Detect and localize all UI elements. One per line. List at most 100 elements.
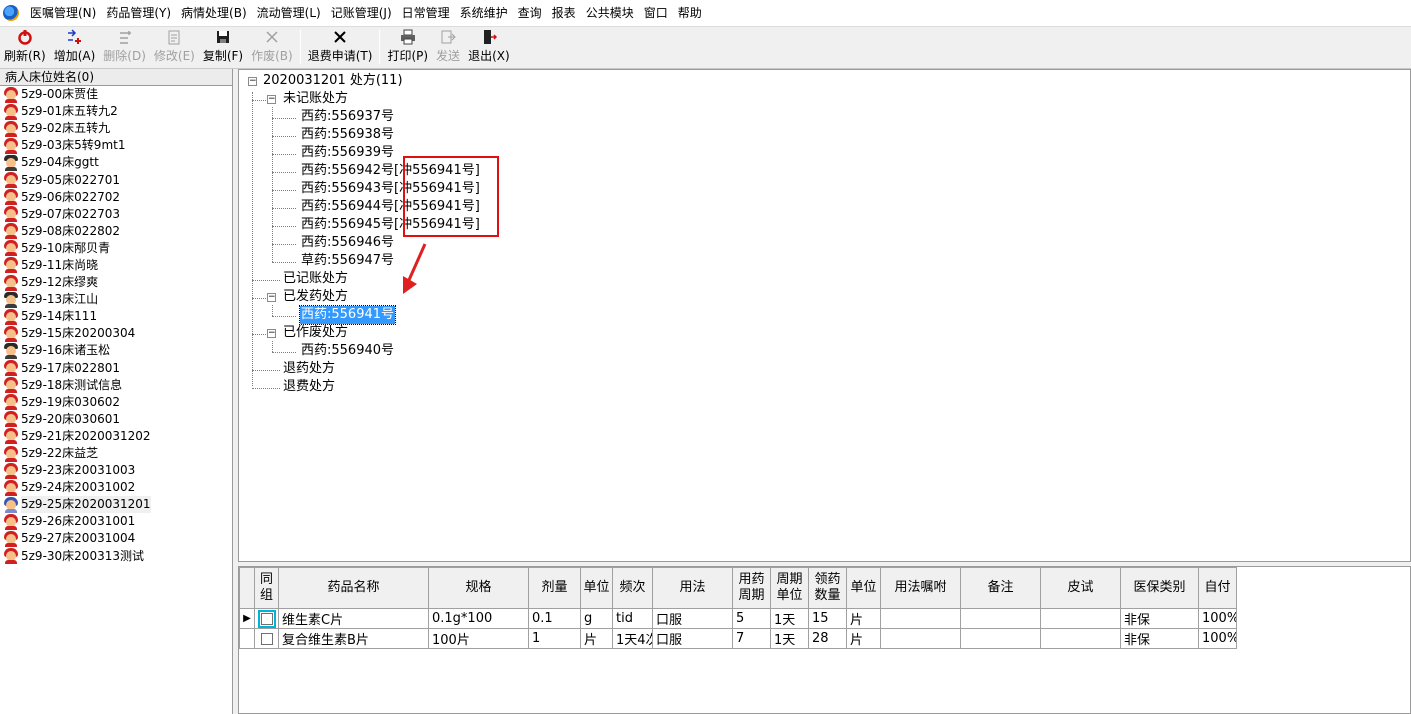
grid-cell[interactable]: 非保	[1120, 608, 1199, 629]
grid-cell[interactable]: g	[580, 608, 613, 629]
modify-button[interactable]: 修改(E)	[150, 28, 199, 68]
tree-billed[interactable]: 已记账处方	[283, 270, 348, 288]
grid-header-cell[interactable]: 单位	[846, 567, 881, 609]
grid-cell[interactable]: 片	[580, 628, 613, 649]
tree-unbilled-item[interactable]: 西药:556937号	[301, 108, 394, 126]
grid-header-cell[interactable]: 用法	[652, 567, 733, 609]
grid-cell[interactable]: 片	[846, 628, 881, 649]
grid-header-cell[interactable]: 频次	[612, 567, 653, 609]
grid-cell[interactable]	[880, 628, 961, 649]
tree-refunded[interactable]: 退费处方	[283, 378, 335, 396]
send-button[interactable]: 发送	[432, 28, 464, 68]
void-button[interactable]: 作废(B)	[247, 28, 297, 68]
grid-cell[interactable]: 0.1	[528, 608, 581, 629]
patient-item[interactable]: 5z9-15床20200304	[0, 325, 232, 342]
add-button[interactable]: 增加(A)	[50, 28, 100, 68]
grid-header-cell[interactable]: 用法嘱咐	[880, 567, 961, 609]
grid-cell[interactable]: 维生素C片	[278, 608, 429, 629]
grid-cell[interactable]: 100片	[428, 628, 529, 649]
group-checkbox[interactable]	[260, 632, 273, 645]
tree-returned[interactable]: 退药处方	[283, 360, 335, 378]
menu-help[interactable]: 帮助	[673, 0, 707, 27]
tree-unbilled[interactable]: 未记账处方	[283, 90, 348, 108]
grid-cell[interactable]: 15	[808, 608, 847, 629]
table-row[interactable]: 复合维生素B片100片1片1天4次口服71天28片非保100%	[239, 628, 1237, 649]
menu-window[interactable]: 窗口	[639, 0, 673, 27]
patient-item[interactable]: 5z9-17床022801	[0, 360, 232, 377]
menu-system[interactable]: 系统维护	[455, 0, 513, 27]
grid-cell[interactable]: 1	[528, 628, 581, 649]
root-collapse-icon[interactable]: −	[248, 77, 257, 86]
patient-item[interactable]: 5z9-25床2020031201	[0, 496, 232, 514]
copy-button[interactable]: 复制(F)	[199, 28, 247, 68]
grid-header-cell[interactable]: 药品名称	[278, 567, 429, 609]
menu-public[interactable]: 公共模块	[581, 0, 639, 27]
patient-item[interactable]: 5z9-11床尚晓	[0, 257, 232, 274]
grid-cell[interactable]: 口服	[652, 608, 733, 629]
grid-cell[interactable]	[960, 628, 1041, 649]
patient-item[interactable]: 5z9-19床030602	[0, 394, 232, 411]
menu-report[interactable]: 报表	[547, 0, 581, 27]
dispensed-collapse-icon[interactable]: −	[267, 293, 276, 302]
grid-cell[interactable]: 0.1g*100	[428, 608, 529, 629]
delete-button[interactable]: 删除(D)	[99, 28, 150, 68]
grid-cell[interactable]: 1天	[770, 628, 809, 649]
grid-cell[interactable]: tid	[612, 608, 653, 629]
patient-item[interactable]: 5z9-27床20031004	[0, 530, 232, 547]
grid-cell[interactable]	[1040, 608, 1121, 629]
patient-item[interactable]: 5z9-24床20031002	[0, 479, 232, 496]
patient-item[interactable]: 5z9-03床5转9mt1	[0, 137, 232, 154]
patient-item[interactable]: 5z9-08床022802	[0, 223, 232, 240]
tree-voided-item[interactable]: 西药:556940号	[301, 342, 394, 360]
patient-item[interactable]: 5z9-14床111	[0, 308, 232, 325]
grid-header-cell[interactable]: 医保类别	[1120, 567, 1199, 609]
refresh-button[interactable]: 刷新(R)	[0, 28, 50, 68]
patient-item[interactable]: 5z9-10床邴贝青	[0, 240, 232, 257]
patient-item[interactable]: 5z9-16床诸玉松	[0, 342, 232, 359]
grid-header-cell[interactable]: 用药周期	[732, 567, 771, 609]
tree-unbilled-item[interactable]: 草药:556947号	[301, 252, 394, 270]
tree-unbilled-item[interactable]: 西药:556939号	[301, 144, 394, 162]
grid-cell[interactable]	[1040, 628, 1121, 649]
voided-collapse-icon[interactable]: −	[267, 329, 276, 338]
patient-item[interactable]: 5z9-21床2020031202	[0, 428, 232, 445]
grid-cell[interactable]: 口服	[652, 628, 733, 649]
table-row[interactable]: ▶ 维生素C片 0.1g*100 0.1 g tid 口服 5 1天 15 片 非保 100%	[239, 608, 1237, 629]
grid-header-cell[interactable]: 剂量	[528, 567, 581, 609]
patient-item[interactable]: 5z9-00床贾佳	[0, 86, 232, 103]
tree-dispensed-item[interactable]: 西药:556941号	[298, 305, 397, 325]
menu-orders[interactable]: 医嘱管理(N)	[25, 0, 101, 27]
grid-header-cell[interactable]: 自付	[1198, 567, 1237, 609]
patient-item[interactable]: 5z9-13床江山	[0, 291, 232, 308]
grid-cell[interactable]: 100%	[1198, 628, 1237, 649]
grid-header-cell[interactable]: 单位	[580, 567, 613, 609]
patient-item[interactable]: 5z9-18床测试信息	[0, 377, 232, 394]
grid-header-cell[interactable]: 规格	[428, 567, 529, 609]
exit-button[interactable]: 退出(X)	[464, 28, 514, 68]
refund-request-button[interactable]: 退费申请(T)	[304, 28, 377, 68]
grid-header-cell[interactable]: 领药数量	[808, 567, 847, 609]
patient-item[interactable]: 5z9-04床ggtt	[0, 154, 232, 171]
grid-header-cell[interactable]: 皮试	[1040, 567, 1121, 609]
grid-cell[interactable]: 复合维生素B片	[278, 628, 429, 649]
patient-item[interactable]: 5z9-30床200313测试	[0, 548, 232, 565]
print-button[interactable]: 打印(P)	[383, 28, 432, 68]
patient-item[interactable]: 5z9-02床五转九	[0, 120, 232, 137]
menu-drugs[interactable]: 药品管理(Y)	[101, 0, 176, 27]
tree-root[interactable]: 2020031201 处方(11)	[263, 72, 403, 90]
patient-item[interactable]: 5z9-26床20031001	[0, 513, 232, 530]
group-checkbox-cell[interactable]	[254, 608, 279, 629]
patient-item[interactable]: 5z9-20床030601	[0, 411, 232, 428]
unbilled-collapse-icon[interactable]: −	[267, 95, 276, 104]
patient-item[interactable]: 5z9-05床022701	[0, 171, 232, 189]
grid-cell[interactable]: 5	[732, 608, 771, 629]
grid-cell[interactable]: 28	[808, 628, 847, 649]
patient-item[interactable]: 5z9-01床五转九2	[0, 103, 232, 120]
grid-cell[interactable]: 1天	[770, 608, 809, 629]
tree-unbilled-item[interactable]: 西药:556946号	[301, 234, 394, 252]
grid-cell[interactable]: 片	[846, 608, 881, 629]
patient-list-header[interactable]: 病人床位姓名(0)	[0, 69, 232, 86]
group-checkbox-cell[interactable]	[254, 628, 279, 649]
grid-header-cell[interactable]: 备注	[960, 567, 1041, 609]
tree-voided[interactable]: 已作废处方	[283, 324, 348, 342]
